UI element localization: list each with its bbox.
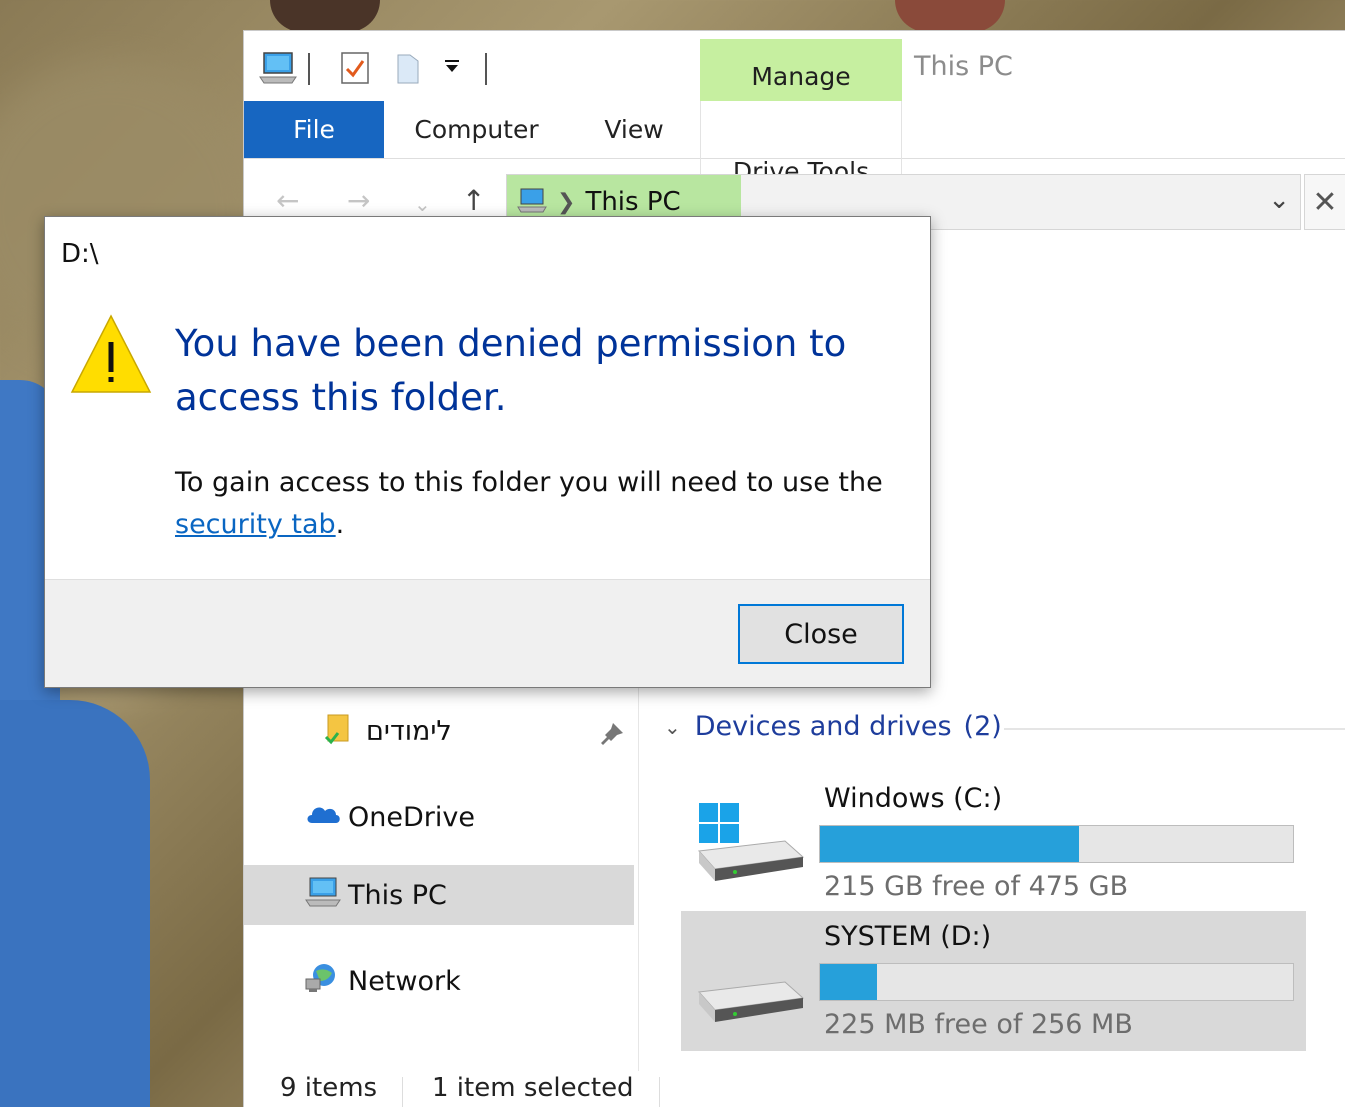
computer-icon[interactable] bbox=[258, 51, 298, 89]
drive-icon bbox=[695, 966, 805, 1030]
tab-computer[interactable]: Computer bbox=[404, 101, 549, 158]
breadcrumb-this-pc[interactable]: This PC bbox=[585, 187, 680, 217]
drive-name: Windows (C:) bbox=[824, 783, 1003, 814]
close-button[interactable]: Close bbox=[738, 604, 904, 664]
tab-file[interactable]: File bbox=[244, 101, 384, 158]
section-divider bbox=[1004, 728, 1345, 730]
pin-icon[interactable] bbox=[599, 721, 625, 753]
forward-arrow-icon[interactable]: → bbox=[347, 184, 370, 217]
access-denied-dialog: D:\ You have been denied permission to a… bbox=[44, 216, 931, 688]
nav-item-label: OneDrive bbox=[348, 802, 475, 833]
navigation-pane: לימודים OneDrive This PC Network bbox=[244, 671, 639, 1071]
drive-d[interactable]: SYSTEM (D:) 225 MB free of 256 MB bbox=[681, 911, 1306, 1051]
selection-count: 1 item selected bbox=[432, 1073, 634, 1103]
quick-access-toolbar: Manage This PC bbox=[244, 31, 1345, 101]
toolbar-separator bbox=[485, 53, 487, 85]
dialog-title: D:\ bbox=[61, 239, 99, 269]
status-bar: 9 items 1 item selected bbox=[244, 1071, 1345, 1107]
nav-item-label: Network bbox=[348, 966, 461, 997]
drive-usage-bar bbox=[819, 963, 1294, 1001]
properties-icon[interactable] bbox=[340, 51, 370, 89]
dialog-body: To gain access to this folder you will n… bbox=[175, 462, 905, 546]
drive-c[interactable]: Windows (C:) 215 GB free of 475 GB bbox=[681, 773, 1306, 913]
computer-icon bbox=[517, 187, 547, 217]
drive-usage-bar bbox=[819, 825, 1294, 863]
back-arrow-icon[interactable]: ← bbox=[276, 184, 299, 217]
windows-drive-icon bbox=[695, 801, 805, 887]
onedrive-cloud-icon bbox=[304, 801, 342, 834]
section-count: (2) bbox=[963, 711, 1002, 742]
nav-item-onedrive[interactable]: OneDrive bbox=[304, 801, 475, 834]
status-separator bbox=[402, 1077, 403, 1107]
photo-detail bbox=[895, 0, 1005, 32]
new-folder-icon[interactable] bbox=[394, 51, 422, 89]
photo-detail bbox=[0, 700, 150, 1107]
security-tab-link[interactable]: security tab bbox=[175, 509, 336, 540]
status-separator bbox=[659, 1077, 660, 1107]
nav-item-this-pc[interactable]: This PC bbox=[244, 865, 634, 925]
window-title: This PC bbox=[914, 51, 1013, 82]
drive-free-space: 215 GB free of 475 GB bbox=[824, 871, 1129, 902]
tab-manage[interactable]: Manage bbox=[700, 39, 902, 101]
drive-usage-fill bbox=[820, 826, 1079, 862]
customize-dropdown-icon[interactable] bbox=[444, 59, 460, 79]
nav-item-network[interactable]: Network bbox=[304, 961, 461, 1002]
tab-view[interactable]: View bbox=[584, 101, 684, 158]
devices-and-drives-header[interactable]: ⌄ Devices and drives (2) bbox=[664, 711, 1002, 742]
item-count: 9 items bbox=[280, 1073, 378, 1103]
nav-item-folder[interactable]: לימודים bbox=[324, 711, 452, 752]
dialog-body-text: To gain access to this folder you will n… bbox=[175, 467, 883, 498]
close-search-icon[interactable]: ✕ bbox=[1304, 174, 1345, 230]
address-dropdown-icon[interactable]: ⌄ bbox=[1268, 185, 1290, 215]
nav-item-label: לימודים bbox=[366, 716, 452, 747]
drive-name: SYSTEM (D:) bbox=[824, 921, 992, 952]
breadcrumb-chevron-icon: ❯ bbox=[557, 189, 576, 215]
drive-free-space: 225 MB free of 256 MB bbox=[824, 1009, 1133, 1040]
recent-locations-chevron-icon[interactable]: ⌄ bbox=[414, 192, 431, 216]
ribbon-tabs: File Computer View Drive Tools bbox=[244, 101, 1345, 241]
up-arrow-icon[interactable]: ↑ bbox=[462, 184, 485, 217]
computer-icon bbox=[304, 875, 342, 916]
dialog-footer: Close bbox=[45, 579, 930, 687]
toolbar-separator bbox=[308, 53, 310, 85]
folder-icon bbox=[324, 711, 354, 752]
drive-usage-fill bbox=[820, 964, 878, 1000]
dialog-heading: You have been denied permission to acces… bbox=[175, 322, 847, 419]
network-icon bbox=[304, 961, 342, 1002]
warning-icon bbox=[70, 314, 152, 398]
collapse-chevron-icon[interactable]: ⌄ bbox=[664, 715, 681, 739]
section-title: Devices and drives bbox=[694, 711, 952, 742]
dialog-body-suffix: . bbox=[335, 509, 345, 540]
photo-detail bbox=[270, 0, 380, 32]
nav-item-label: This PC bbox=[348, 879, 447, 911]
